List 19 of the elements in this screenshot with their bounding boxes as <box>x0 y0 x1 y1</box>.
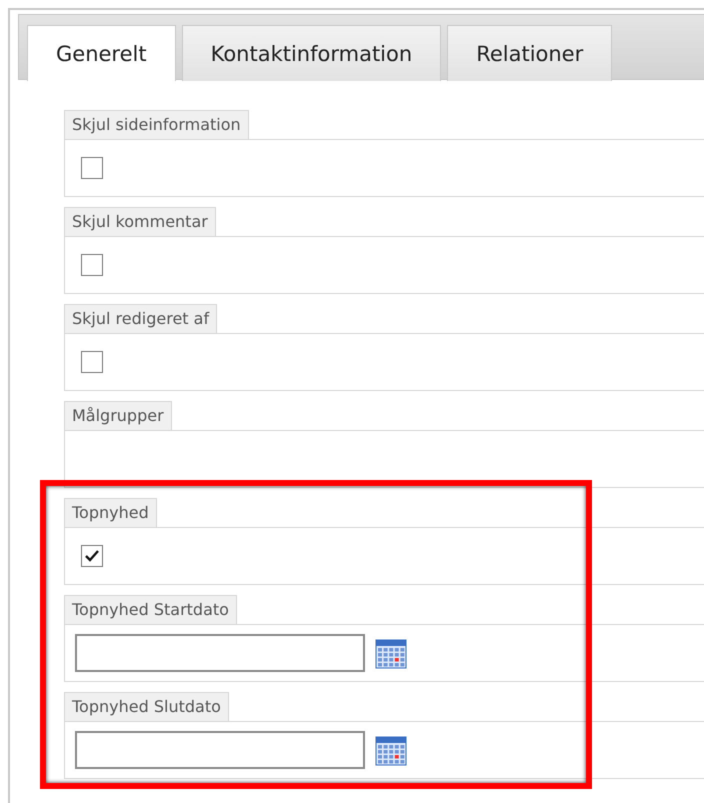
tab[interactable]: Relationer <box>447 25 612 81</box>
calendar-icon[interactable] <box>375 637 407 669</box>
field-label: Skjul kommentar <box>64 207 216 236</box>
tab[interactable]: Generelt <box>27 25 176 81</box>
field-label: Skjul redigeret af <box>64 304 218 333</box>
field-label: Skjul sideinformation <box>64 110 249 139</box>
checkbox[interactable] <box>81 545 103 567</box>
field-label: Målgrupper <box>64 401 172 430</box>
field-label: Topnyhed <box>64 498 157 527</box>
checkbox[interactable] <box>81 351 103 373</box>
checkbox[interactable] <box>81 254 103 276</box>
calendar-icon[interactable] <box>375 734 407 766</box>
check-icon <box>85 550 99 562</box>
field-label: Topnyhed Startdato <box>64 595 237 624</box>
checkbox[interactable] <box>81 157 103 179</box>
date-field[interactable] <box>75 731 365 769</box>
tab[interactable]: Kontaktinformation <box>182 25 442 81</box>
date-field[interactable] <box>75 634 365 672</box>
field-label: Topnyhed Slutdato <box>64 692 229 721</box>
